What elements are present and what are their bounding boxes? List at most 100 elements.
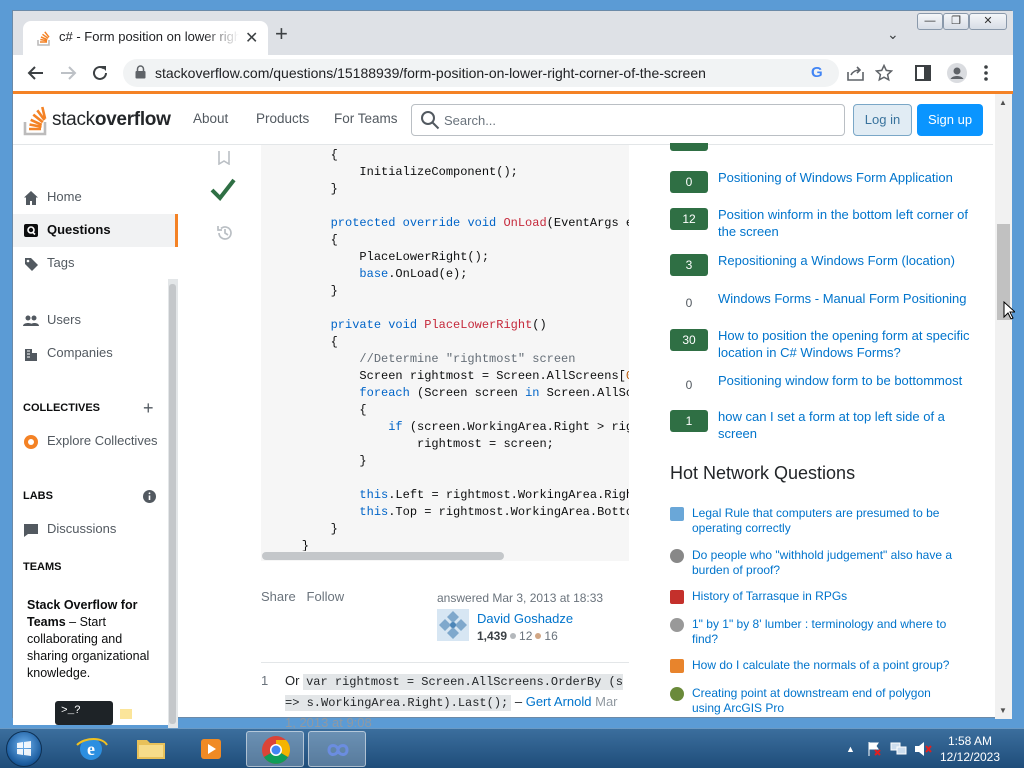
sidebar-item-companies[interactable]: Companies <box>13 337 178 370</box>
start-button[interactable] <box>6 731 42 767</box>
linked-question-score: 30 <box>670 329 708 351</box>
system-clock[interactable]: 1:58 AM 12/12/2023 <box>930 733 1010 765</box>
taskbar-internet-explorer[interactable]: e <box>62 731 120 767</box>
sidebar-item-tags[interactable]: Tags <box>13 247 178 280</box>
companies-icon <box>25 349 37 361</box>
linked-question-link[interactable]: How to position the opening form at spec… <box>718 327 978 361</box>
code-horizontal-scrollbar[interactable] <box>261 551 629 561</box>
url-text[interactable]: stackoverflow.com/questions/15188939/for… <box>155 65 706 81</box>
address-bar[interactable]: stackoverflow.com/questions/15188939/for… <box>123 59 839 87</box>
code-block: { InitializeComponent(); } protected ove… <box>261 145 629 561</box>
taskbar-file-explorer[interactable] <box>122 731 180 767</box>
sidebar-item-label: Tags <box>47 255 75 270</box>
nav-about[interactable]: About <box>193 111 228 126</box>
linked-question-link[interactable]: Positioning window form to be bottommost <box>718 372 978 389</box>
linked-question: 3 Repositioning a Windows Form (location) <box>670 253 970 290</box>
vote-column <box>198 145 248 285</box>
taskbar-chrome[interactable] <box>246 731 304 767</box>
linked-score-partial <box>670 143 708 151</box>
linked-question-link[interactable]: Repositioning a Windows Form (location) <box>718 252 978 269</box>
linked-question: 12 Position winform in the bottom left co… <box>670 207 970 244</box>
side-panel-icon[interactable] <box>915 65 931 81</box>
hot-network-link[interactable]: 1" by 1" by 8' lumber : terminology and … <box>692 617 962 647</box>
browser-tab[interactable]: c# - Form position on lower right corner… <box>23 21 268 55</box>
user-avatar[interactable] <box>437 609 469 641</box>
signup-button[interactable]: Sign up <box>917 104 983 136</box>
answered-timestamp: answered Mar 3, 2013 at 18:33 <box>437 591 604 605</box>
collectives-icon <box>24 435 38 449</box>
questions-icon <box>24 224 38 237</box>
comment-user-link[interactable]: Gert Arnold <box>526 694 592 709</box>
linked-question-score: 0 <box>670 171 708 193</box>
tray-expand-icon[interactable]: ▲ <box>846 744 855 754</box>
login-button[interactable]: Log in <box>853 104 912 136</box>
tab-close-icon[interactable]: ✕ <box>245 28 258 48</box>
philosophy-site-icon <box>670 549 684 563</box>
search-input[interactable]: Search... <box>411 104 845 136</box>
reload-icon[interactable] <box>91 64 109 82</box>
network-icon[interactable] <box>890 741 908 757</box>
close-window-button[interactable]: ✕ <box>969 13 1007 30</box>
tag-icon <box>25 258 38 271</box>
hot-network-link[interactable]: How do I calculate the normals of a poin… <box>692 658 962 673</box>
windows-logo-icon <box>17 741 31 756</box>
discussions-icon <box>24 524 38 537</box>
sidebar-item-discussions[interactable]: Discussions <box>13 513 178 546</box>
linked-question: 0 Positioning of Windows Form Application <box>670 170 970 207</box>
taskbar-media-player[interactable] <box>182 731 240 767</box>
bookmark-star-icon[interactable] <box>875 64 893 82</box>
tab-search-dropdown-icon[interactable]: ⌄ <box>887 26 899 43</box>
sidebar-item-questions[interactable]: Questions <box>13 214 178 247</box>
sidebar-item-label: Explore Collectives <box>47 433 158 448</box>
history-icon[interactable] <box>215 223 235 243</box>
linked-question-link[interactable]: Windows Forms - Manual Form Positioning <box>718 290 978 307</box>
share-icon[interactable] <box>847 65 865 81</box>
sidebar-item-home[interactable]: Home <box>13 181 178 214</box>
new-tab-button[interactable]: + <box>275 23 288 45</box>
labs-heading: LABS <box>23 490 53 502</box>
hot-network-link[interactable]: History of Tarrasque in RPGs <box>692 589 962 604</box>
linked-question-link[interactable]: Positioning of Windows Form Application <box>718 169 978 186</box>
sidebar-item-users[interactable]: Users <box>13 304 178 337</box>
page-scrollbar[interactable]: ▲ ▼ <box>995 94 1012 719</box>
add-collective-icon[interactable]: + <box>143 398 154 419</box>
taskbar-app[interactable] <box>308 731 366 767</box>
bookmark-icon[interactable] <box>217 151 231 165</box>
hot-network-link[interactable]: Creating point at downstream end of poly… <box>692 686 962 716</box>
lock-icon[interactable] <box>135 65 146 79</box>
teams-illustration-icon: >_? <box>55 701 113 725</box>
linked-question: 30 How to position the opening form at sp… <box>670 328 970 365</box>
follow-link[interactable]: Follow <box>307 589 345 604</box>
stackoverflow-logo[interactable]: stackoverflow <box>23 102 173 136</box>
profile-avatar-icon[interactable] <box>947 63 967 83</box>
hot-network-link[interactable]: Legal Rule that computers are presumed t… <box>692 506 962 536</box>
code-scrollbar-thumb[interactable] <box>262 552 504 560</box>
gis-site-icon <box>670 687 684 701</box>
linked-question-link[interactable]: how can I set a form at top left side of… <box>718 408 978 442</box>
back-arrow-icon[interactable] <box>27 64 45 82</box>
user-name-link[interactable]: David Goshadze <box>477 611 573 626</box>
teams-promo: Stack Overflow for Teams – Start collabo… <box>13 585 178 725</box>
google-translate-icon[interactable]: G <box>811 64 823 81</box>
kebab-menu-icon[interactable] <box>983 64 989 82</box>
scroll-up-arrow-icon[interactable]: ▲ <box>999 98 1007 107</box>
nav-products[interactable]: Products <box>256 111 309 126</box>
diy-site-icon <box>670 618 684 632</box>
sidebar-scrollbar[interactable] <box>168 279 178 729</box>
forward-arrow-icon[interactable] <box>59 64 77 82</box>
info-icon[interactable] <box>143 490 156 503</box>
action-center-flag-icon[interactable] <box>866 741 882 757</box>
svg-text:e: e <box>87 739 95 759</box>
maximize-button[interactable]: ❐ <box>943 13 969 30</box>
share-link[interactable]: Share <box>261 589 296 604</box>
sidebar-item-label: Home <box>47 189 82 204</box>
linked-question-link[interactable]: Position winform in the bottom left corn… <box>718 206 978 240</box>
hot-network-link[interactable]: Do people who "withhold judgement" also … <box>692 548 962 578</box>
nav-for-teams[interactable]: For Teams <box>334 111 398 126</box>
sidebar-scrollbar-thumb[interactable] <box>169 284 176 724</box>
clock-date: 12/12/2023 <box>939 750 1001 764</box>
scroll-down-arrow-icon[interactable]: ▼ <box>999 706 1007 715</box>
minimize-button[interactable]: — <box>917 13 943 30</box>
stackoverflow-favicon-icon <box>37 31 50 46</box>
sidebar-item-explore-collectives[interactable]: Explore Collectives <box>13 425 178 458</box>
